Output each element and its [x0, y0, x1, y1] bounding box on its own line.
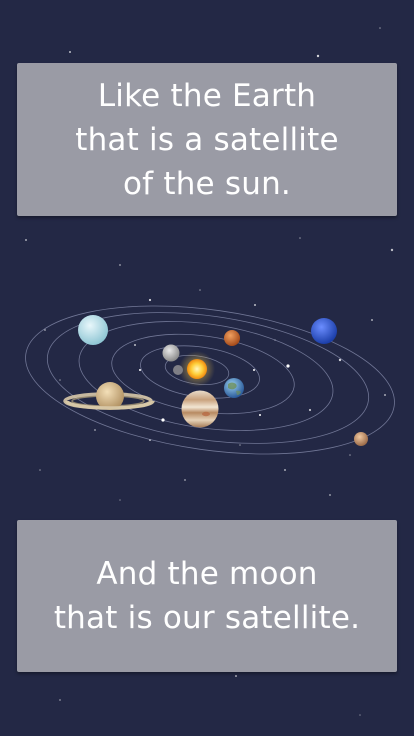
- mercury-icon: [173, 365, 183, 375]
- caption-top-line-3: of the sun.: [123, 165, 291, 202]
- venus-icon: [162, 344, 180, 362]
- caption-card-top: Like the Earth that is a satellite of th…: [17, 63, 397, 216]
- caption-card-bottom: And the moon that is our satellite.: [17, 520, 397, 672]
- jupiter-icon: [181, 390, 219, 428]
- uranus-icon: [78, 315, 108, 345]
- saturn-icon: [63, 382, 155, 410]
- caption-bottom-text: And the moon that is our satellite.: [46, 552, 368, 640]
- mars-icon: [224, 330, 240, 346]
- neptune-icon: [311, 318, 337, 344]
- caption-bottom-line-1: And the moon: [96, 556, 318, 592]
- caption-top-line-1: Like the Earth: [97, 77, 317, 114]
- earth-icon: [224, 378, 244, 398]
- story-screen: Like the Earth that is a satellite of th…: [0, 0, 414, 736]
- solar-system-illustration: [25, 305, 395, 455]
- sun-icon: [179, 351, 215, 387]
- caption-bottom-line-2: that is our satellite.: [53, 600, 361, 636]
- caption-top-text: Like the Earth that is a satellite of th…: [67, 74, 347, 206]
- pluto-icon: [354, 432, 368, 446]
- caption-top-line-2: that is a satellite: [75, 121, 339, 158]
